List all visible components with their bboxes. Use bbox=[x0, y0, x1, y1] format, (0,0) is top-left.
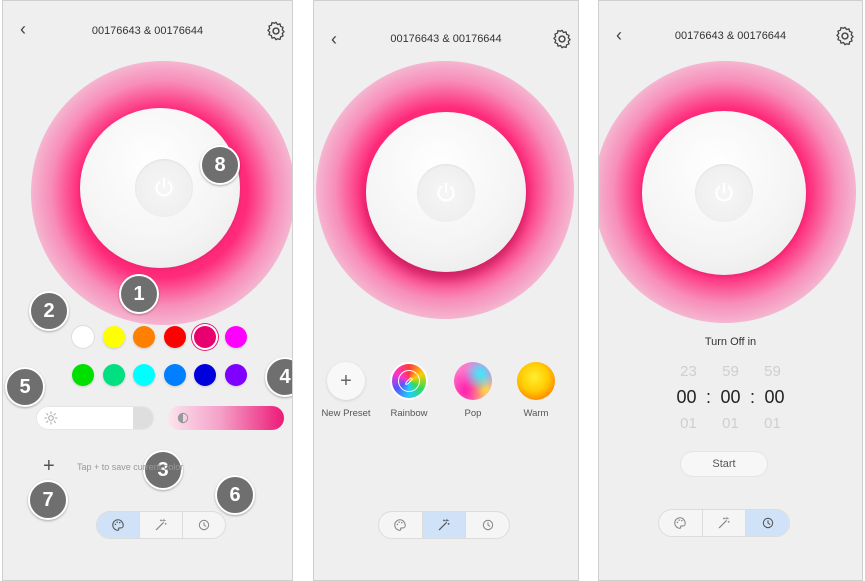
palette-icon bbox=[394, 519, 407, 531]
seconds-value[interactable]: 00 bbox=[760, 387, 790, 408]
minutes-prev[interactable]: 59 bbox=[709, 363, 753, 380]
power-icon bbox=[437, 182, 455, 202]
callout-badge-5: 5 bbox=[5, 367, 45, 407]
timer-next-row: 01 01 01 bbox=[599, 415, 862, 432]
tab-scenes[interactable] bbox=[422, 512, 467, 538]
power-button[interactable] bbox=[417, 164, 475, 222]
time-separator: : bbox=[705, 387, 711, 407]
sun-icon bbox=[44, 411, 58, 425]
color-swatch[interactable] bbox=[194, 326, 216, 348]
power-button[interactable] bbox=[135, 159, 193, 217]
scenes-screen: ‹ 00176643 & 00176644 + New Preset Rainb… bbox=[313, 0, 579, 581]
timer-icon bbox=[482, 519, 493, 531]
preset-pop[interactable]: Pop bbox=[443, 362, 503, 419]
preset-new[interactable]: + New Preset bbox=[316, 362, 376, 419]
seconds-next[interactable]: 01 bbox=[753, 415, 793, 432]
minutes-value[interactable]: 00 bbox=[716, 387, 746, 408]
mode-tabbar bbox=[96, 511, 226, 539]
color-swatch[interactable] bbox=[133, 326, 155, 348]
timer-icon bbox=[198, 519, 210, 531]
brightness-slider[interactable] bbox=[36, 406, 154, 430]
timer-prev-row: 23 59 59 bbox=[599, 363, 862, 380]
device-title: 00176643 & 00176644 bbox=[674, 30, 787, 42]
palette-icon bbox=[112, 519, 124, 531]
magic-wand-icon bbox=[718, 516, 730, 529]
save-color-hint: Tap + to save current color bbox=[77, 462, 184, 472]
callout-badge-1: 1 bbox=[119, 274, 159, 314]
timer-icon bbox=[762, 517, 773, 529]
minutes-next[interactable]: 01 bbox=[709, 415, 753, 432]
color-swatch[interactable] bbox=[72, 364, 94, 386]
tab-color[interactable] bbox=[379, 512, 423, 538]
seconds-prev[interactable]: 59 bbox=[753, 363, 793, 380]
callout-badge-2: 2 bbox=[29, 291, 69, 331]
color-swatch[interactable] bbox=[194, 364, 216, 386]
power-icon bbox=[715, 182, 733, 202]
palette-icon bbox=[674, 517, 687, 529]
hours-value[interactable]: 00 bbox=[672, 387, 702, 408]
preset-label: Rainbow bbox=[390, 408, 428, 419]
settings-gear-icon[interactable] bbox=[265, 20, 287, 42]
color-swatch[interactable] bbox=[102, 326, 125, 348]
timer-current-row: 00 : 00 : 00 bbox=[599, 387, 862, 408]
magic-wand-icon bbox=[438, 518, 450, 531]
preset-label: Pop bbox=[464, 408, 482, 419]
device-title: 00176643 & 00176644 bbox=[91, 25, 204, 37]
tab-timer[interactable] bbox=[183, 512, 225, 538]
color-swatch[interactable] bbox=[102, 364, 125, 386]
rainbow-swatch bbox=[390, 362, 428, 400]
preset-label: Warm bbox=[523, 408, 549, 419]
color-swatch[interactable] bbox=[163, 364, 186, 386]
timer-screen: ‹ 00176643 & 00176644 Turn Off in 23 59 … bbox=[598, 0, 863, 581]
hours-next[interactable]: 01 bbox=[669, 415, 709, 432]
settings-gear-icon[interactable] bbox=[551, 28, 573, 50]
callout-badge-4: 4 bbox=[265, 357, 292, 397]
power-icon bbox=[155, 177, 173, 197]
tab-timer[interactable] bbox=[466, 512, 509, 538]
tab-scenes[interactable] bbox=[140, 512, 183, 538]
pop-swatch bbox=[454, 362, 492, 400]
time-separator: : bbox=[749, 387, 755, 407]
color-swatch[interactable] bbox=[163, 326, 186, 348]
color-swatch[interactable] bbox=[72, 326, 94, 348]
pencil-icon[interactable] bbox=[398, 370, 420, 392]
magic-wand-icon bbox=[155, 518, 167, 531]
settings-gear-icon[interactable] bbox=[834, 25, 856, 47]
saturation-slider[interactable] bbox=[168, 406, 284, 430]
mode-tabbar bbox=[658, 509, 790, 537]
preset-label: New Preset bbox=[321, 408, 371, 419]
mode-tabbar bbox=[378, 511, 510, 539]
tab-scenes[interactable] bbox=[703, 510, 747, 536]
tab-color[interactable] bbox=[97, 512, 140, 538]
color-swatch[interactable] bbox=[224, 364, 247, 386]
callout-badge-6: 6 bbox=[215, 475, 255, 515]
tab-color[interactable] bbox=[659, 510, 703, 536]
preset-rainbow[interactable]: Rainbow bbox=[379, 362, 439, 419]
preset-warm[interactable]: Warm bbox=[506, 362, 566, 419]
turn-off-label: Turn Off in bbox=[704, 336, 757, 348]
warm-swatch bbox=[517, 362, 555, 400]
plus-icon: + bbox=[327, 362, 365, 400]
callout-badge-7: 7 bbox=[28, 480, 68, 520]
start-button[interactable]: Start bbox=[680, 451, 768, 477]
hours-prev[interactable]: 23 bbox=[669, 363, 709, 380]
tab-timer[interactable] bbox=[746, 510, 789, 536]
power-button[interactable] bbox=[695, 164, 753, 222]
color-swatch[interactable] bbox=[224, 326, 247, 348]
device-title: 00176643 & 00176644 bbox=[390, 33, 502, 45]
color-screen: ‹ 00176643 & 00176644 1 2 3 4 5 6 7 8 + … bbox=[2, 0, 293, 581]
callout-badge-8: 8 bbox=[200, 145, 240, 185]
save-color-plus-button[interactable]: + bbox=[43, 456, 55, 476]
contrast-icon bbox=[177, 412, 189, 424]
color-swatch[interactable] bbox=[133, 364, 155, 386]
